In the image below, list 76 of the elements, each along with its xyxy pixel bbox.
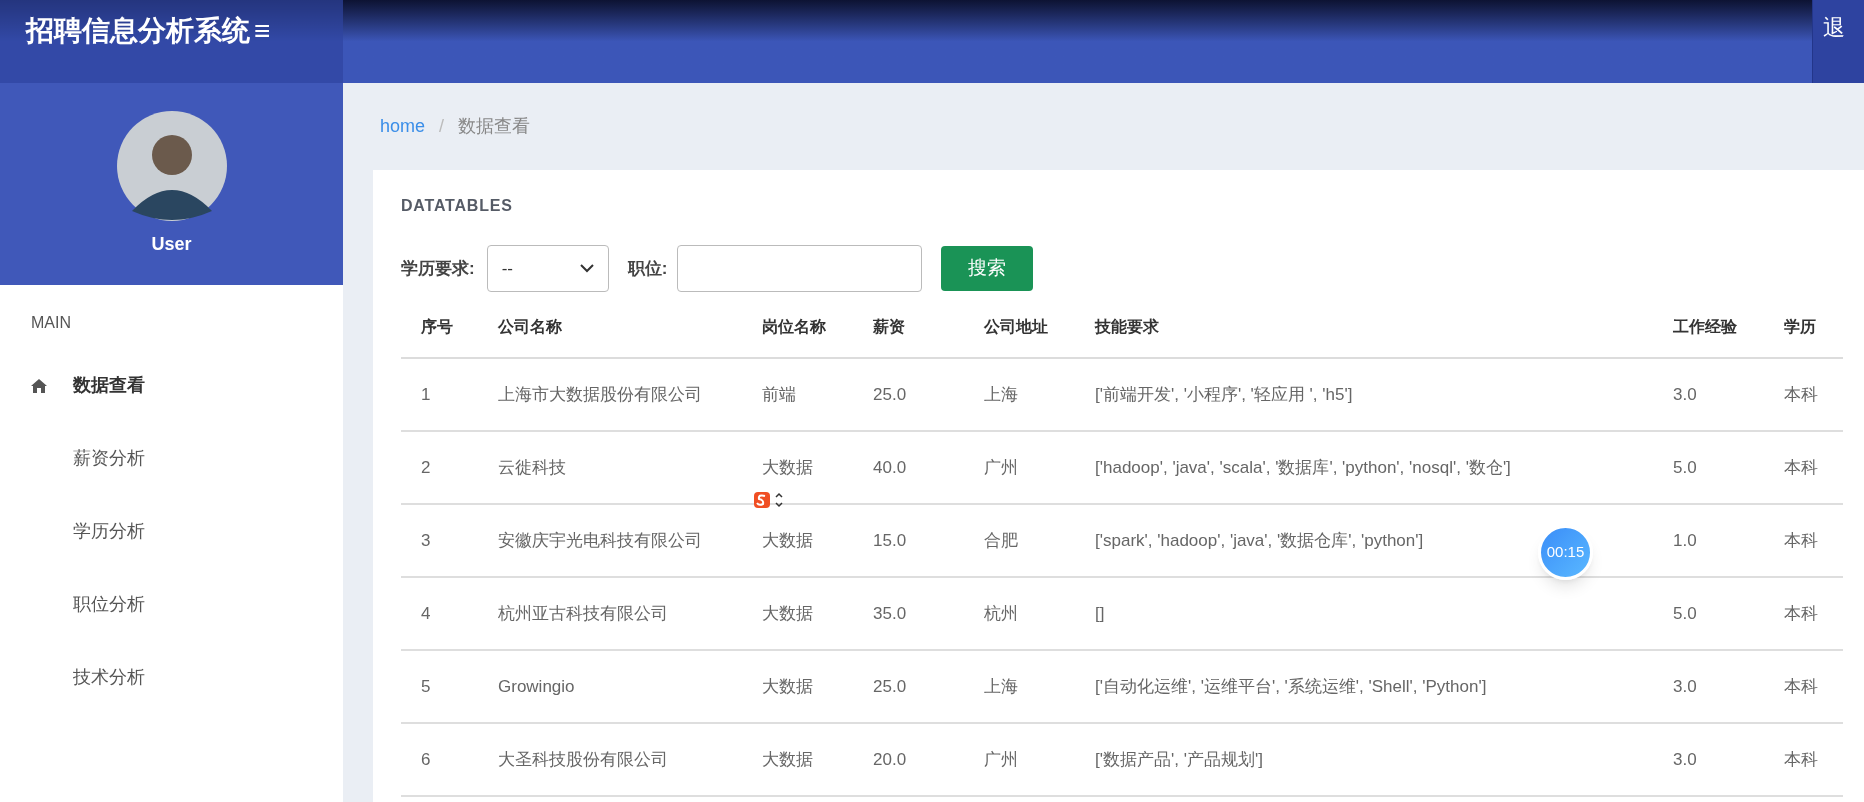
filter-label: 职位: [627, 257, 668, 280]
nav-item[interactable]: 薪资分析 [0, 422, 343, 495]
user-name: User [151, 233, 192, 256]
column-header: 工作经验 [1653, 296, 1764, 358]
table-cell: ['自动化运维', '运维平台', '系统运维', 'Shell', 'Python'] [1095, 676, 1487, 696]
column-header: 序号 [401, 296, 478, 358]
table-cell: 2 [421, 457, 431, 477]
breadcrumb-current: 数据查看 [458, 115, 531, 138]
nav-item[interactable]: 职位分析 [0, 568, 343, 641]
table-cell: 安徽庆宇光电科技有限公司 [498, 530, 702, 550]
table-cell: 前端 [762, 384, 796, 404]
table-cell: 上海市大数据股份有限公司 [498, 384, 702, 404]
table-cell: 15.0 [873, 530, 907, 550]
home-icon [31, 378, 47, 393]
table-cell: 35.0 [873, 603, 907, 623]
table-cell: 4 [421, 603, 431, 623]
table-cell: 1 [421, 384, 431, 404]
table-cell: 本科 [1784, 676, 1818, 696]
logout-button[interactable]: 退 [1812, 0, 1864, 83]
column-header: 学历 [1764, 296, 1843, 358]
column-header: 技能要求 [1075, 296, 1653, 358]
table-cell: 合肥 [984, 530, 1018, 550]
education-select[interactable]: -- [486, 245, 609, 292]
column-header: 公司地址 [964, 296, 1075, 358]
table-cell: ['hadoop', 'java', 'scala', '数据库', 'python', 'nosql', '数仓'] [1095, 457, 1511, 477]
table-cell: 大数据 [762, 603, 813, 623]
table-cell: 5 [421, 676, 431, 696]
table-cell: 大数据 [762, 676, 813, 696]
table-cell: 25.0 [873, 384, 907, 404]
table-cell: 大数据 [762, 530, 813, 550]
table-cell: 上海 [984, 676, 1018, 696]
table-cell: ['数据产品', '产品规划'] [1095, 749, 1263, 769]
table-cell: ['前端开发', '小程序', '轻应用 ', 'h5'] [1095, 384, 1353, 404]
filter-label: 学历要求: [401, 257, 475, 280]
table-cell: [] [1095, 603, 1105, 623]
table-cell: 本科 [1784, 530, 1818, 550]
chevron-down-icon [579, 264, 594, 273]
table-cell: 3 [421, 530, 431, 550]
table-cell: 大数据 [762, 457, 813, 477]
avatar-icon [116, 111, 227, 221]
table-cell: 25.0 [873, 676, 907, 696]
menu-icon[interactable]: ≡ [254, 10, 271, 52]
table-cell: 40.0 [873, 457, 907, 477]
table-cell: 上海 [984, 384, 1018, 404]
column-header: 薪资 [853, 296, 964, 358]
table-cell: 广州 [984, 457, 1018, 477]
table-cell: 6 [421, 749, 431, 769]
table-cell: 云徙科技 [498, 457, 566, 477]
table-cell: 本科 [1784, 603, 1818, 623]
table-cell: ['spark', 'hadoop', 'java', '数据仓库', 'python'] [1095, 530, 1424, 550]
table-cell: 大圣科技股份有限公司 [498, 749, 668, 769]
nav-item[interactable]: 学历分析 [0, 495, 343, 568]
table-cell: 本科 [1784, 384, 1818, 404]
table-cell: 3.0 [1673, 749, 1697, 769]
table-cell: 20.0 [873, 749, 907, 769]
breadcrumb-separator: / [439, 115, 445, 138]
nav-item[interactable]: 技术分析 [0, 641, 343, 714]
section-label: MAIN [30, 313, 71, 333]
table-cell: 3.0 [1673, 384, 1697, 404]
table-cell: 广州 [984, 749, 1018, 769]
table-cell: 本科 [1784, 749, 1818, 769]
table-cell: 5.0 [1673, 457, 1697, 477]
card-title: DATATABLES [401, 196, 513, 216]
table-cell: 5.0 [1673, 603, 1697, 623]
table-cell: Growingio [498, 676, 575, 696]
table-cell: 3.0 [1673, 676, 1697, 696]
table-cell: 1.0 [1673, 530, 1697, 550]
table-cell: 杭州亚古科技有限公司 [498, 603, 668, 623]
column-header: 岗位名称 [742, 296, 853, 358]
table-cell: 大数据 [762, 749, 813, 769]
column-header: 公司名称 [478, 296, 742, 358]
table-cell: 本科 [1784, 457, 1818, 477]
table-cell: 杭州 [984, 603, 1018, 623]
position-field[interactable] [677, 245, 923, 292]
search-button[interactable]: 搜索 [941, 246, 1034, 291]
app-title: 招聘信息分析系统 [26, 14, 250, 48]
